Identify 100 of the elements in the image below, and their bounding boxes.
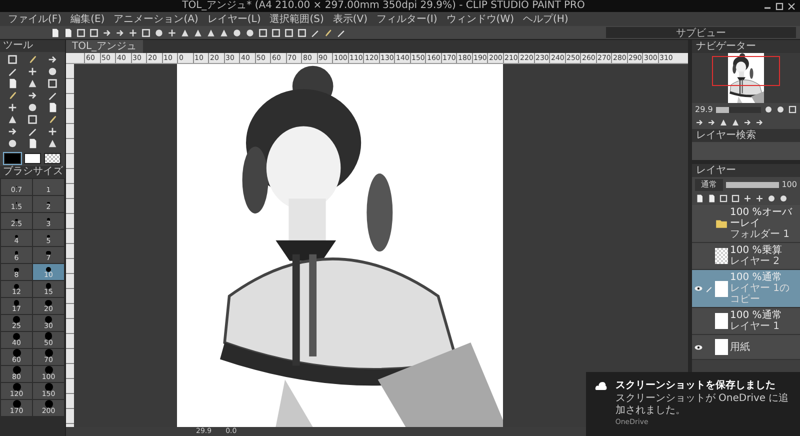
circle-icon[interactable]: [767, 194, 776, 203]
arrow-icon[interactable]: [115, 28, 125, 38]
panel-tab[interactable]: ナビゲーター: [692, 40, 800, 53]
menu-item[interactable]: アニメーション(A): [114, 12, 198, 26]
cross-icon[interactable]: [6, 102, 18, 113]
square-icon[interactable]: [271, 28, 281, 38]
menu-item[interactable]: 編集(E): [70, 12, 105, 26]
panel-tab[interactable]: レイヤー: [692, 164, 800, 177]
layer-row[interactable]: 100 %通常 レイヤー 1: [692, 308, 800, 335]
cross-icon[interactable]: [755, 194, 764, 203]
brush-dot-icon: [12, 400, 20, 408]
document-tab[interactable]: TOL_アンジュ: [66, 40, 143, 53]
maximize-icon[interactable]: [775, 2, 784, 10]
eye-icon[interactable]: [694, 284, 702, 293]
arrow-icon[interactable]: [695, 118, 704, 127]
circle-icon[interactable]: [232, 28, 242, 38]
circle-icon[interactable]: [47, 66, 58, 77]
brush-dot-icon: [12, 366, 20, 374]
square-icon[interactable]: [89, 28, 99, 38]
brush-dot-icon: [46, 250, 51, 255]
brush-icon[interactable]: [323, 28, 333, 38]
brush-dot-icon: [13, 316, 20, 323]
square-icon[interactable]: [6, 54, 18, 65]
circle-icon[interactable]: [764, 105, 773, 114]
arrow-icon[interactable]: [707, 118, 716, 127]
menu-item[interactable]: 選択範囲(S): [270, 12, 324, 26]
viewport-frame[interactable]: [712, 56, 780, 86]
brush-dot-icon: [45, 300, 52, 306]
square-icon[interactable]: [47, 78, 58, 89]
brush-icon[interactable]: [47, 114, 58, 125]
arrow-icon[interactable]: [47, 54, 58, 65]
layer-blend-mode: 100 %オーバーレイ: [730, 207, 794, 229]
menu-item[interactable]: ウィンドウ(W): [446, 12, 514, 26]
circle-icon[interactable]: [26, 102, 38, 113]
color-swatch[interactable]: [4, 153, 21, 164]
circle-icon[interactable]: [6, 138, 18, 149]
arrow-icon[interactable]: [755, 118, 764, 127]
brush-dot-icon: [44, 349, 52, 357]
layer-name: レイヤー 1: [730, 321, 781, 332]
layer-name: レイヤー 2: [730, 256, 781, 267]
triangle-icon[interactable]: [26, 78, 38, 89]
menu-item[interactable]: フィルター(I): [376, 12, 438, 26]
square-icon[interactable]: [719, 194, 728, 203]
circle-icon[interactable]: [245, 28, 255, 38]
menu-item[interactable]: レイヤー(L): [207, 12, 261, 26]
notification-title: スクリーンショットを保存しました: [615, 380, 776, 392]
panel-tab[interactable]: レイヤー検索: [692, 129, 800, 142]
brush-icon[interactable]: [6, 90, 18, 101]
menu-item[interactable]: ファイル(F): [8, 12, 62, 26]
blend-mode-dropdown[interactable]: 通常: [695, 178, 723, 190]
color-swatch[interactable]: [24, 153, 41, 164]
circle-icon[interactable]: [779, 194, 788, 203]
square-icon[interactable]: [76, 28, 86, 38]
square-icon[interactable]: [788, 105, 797, 114]
circle-icon[interactable]: [776, 105, 785, 114]
brush-dot-icon: [14, 284, 20, 289]
layer-row[interactable]: 100 %乗算 レイヤー 2: [692, 243, 800, 270]
brush-dot-icon: [46, 267, 51, 272]
arrow-icon[interactable]: [26, 90, 38, 101]
brush-dot-icon: [14, 268, 19, 272]
cross-icon[interactable]: [26, 66, 38, 77]
zoom-value: 29.9: [695, 105, 713, 114]
panel-title: ツール: [0, 40, 65, 52]
close-icon[interactable]: [787, 2, 796, 10]
layer-row[interactable]: 用紙: [692, 335, 800, 360]
brush-dot-icon: [44, 332, 52, 340]
menu-item[interactable]: ヘルプ(H): [523, 12, 568, 26]
cross-icon[interactable]: [47, 126, 58, 137]
triangle-icon[interactable]: [6, 114, 18, 125]
layer-row[interactable]: 100 %オーバーレイ フォルダー 1: [692, 205, 800, 243]
brush-dot-icon: [14, 300, 20, 306]
circle-icon[interactable]: [154, 28, 164, 38]
menu-item[interactable]: 表示(V): [332, 12, 368, 26]
opacity-slider-fill[interactable]: [726, 182, 779, 188]
pen-icon[interactable]: [6, 66, 18, 77]
cross-icon[interactable]: [167, 28, 177, 38]
square-icon[interactable]: [258, 28, 268, 38]
brush-dot-icon: [45, 316, 52, 323]
pen-icon[interactable]: [47, 90, 58, 101]
square-icon[interactable]: [297, 28, 307, 38]
arrow-icon[interactable]: [6, 126, 18, 137]
layer-thumbnail: [715, 339, 728, 355]
brush-icon[interactable]: [26, 54, 38, 65]
cloud-icon: [594, 380, 608, 392]
square-icon[interactable]: [26, 114, 38, 125]
eye-icon[interactable]: [694, 342, 702, 352]
cross-icon[interactable]: [128, 28, 138, 38]
arrow-icon[interactable]: [743, 118, 752, 127]
triangle-icon[interactable]: [47, 138, 58, 149]
cross-icon[interactable]: [743, 194, 752, 203]
pen-icon[interactable]: [26, 126, 38, 137]
document-icon[interactable]: [47, 102, 58, 113]
brush-dot-icon: [12, 383, 20, 391]
square-icon[interactable]: [141, 28, 151, 38]
color-swatch[interactable]: [44, 153, 61, 164]
zoom-slider-fill[interactable]: [716, 106, 730, 112]
square-icon[interactable]: [284, 28, 294, 38]
arrow-icon[interactable]: [102, 28, 112, 38]
square-icon[interactable]: [731, 194, 740, 203]
layer-name: レイヤー 1のコピー: [730, 283, 791, 305]
